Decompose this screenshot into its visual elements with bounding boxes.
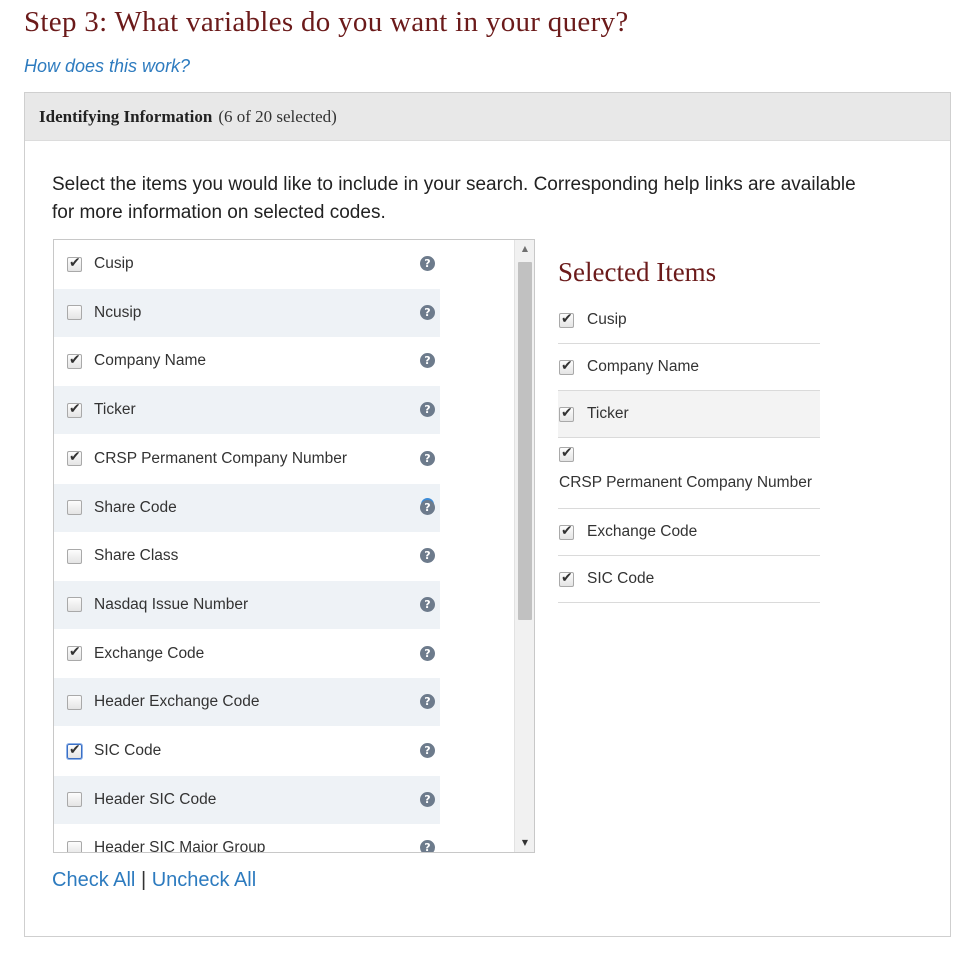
variable-label: Nasdaq Issue Number [94,595,249,613]
panel-title: Identifying Information [39,106,213,126]
panel-header[interactable]: Identifying Information (6 of 20 selecte… [25,93,950,141]
selected-item-label: Cusip [587,311,627,328]
selected-item-label: SIC Code [587,570,655,587]
variable-list[interactable]: Cusip?Ncusip?Company Name?Ticker?CRSP Pe… [53,239,535,853]
selected-item-label: Ticker [587,405,629,422]
help-question-icon[interactable]: ? [420,596,435,612]
variable-item[interactable]: Exchange Code? [54,630,440,678]
scrollbar[interactable]: ▲ ▼ [514,240,534,852]
selected-item[interactable]: Exchange Code [558,509,820,556]
variable-item[interactable]: Nasdaq Issue Number? [54,580,440,629]
help-question-icon[interactable]: ? [420,743,435,758]
selected-item-checkbox[interactable] [559,445,574,462]
variable-item[interactable]: Header Exchange Code? [54,678,440,727]
help-question-icon[interactable]: ? [420,694,435,710]
how-does-this-work-link[interactable]: How does this work? [24,56,190,77]
uncheck-all-link[interactable]: Uncheck All [152,869,257,891]
help-question-icon[interactable]: ? [420,791,435,807]
variable-label: CRSP Permanent Company Number [94,449,347,467]
check-all-link[interactable]: Check All [52,869,135,891]
help-question-icon[interactable]: ? [420,840,435,852]
variable-checkbox[interactable] [67,840,82,852]
selected-item-label: Exchange Code [587,523,698,540]
help-question-icon[interactable]: ? [420,402,435,418]
variable-checkbox[interactable] [67,305,82,321]
variable-checkbox[interactable] [67,500,82,515]
selected-item-checkbox[interactable] [559,311,574,328]
selection-count: (6 of 20 selected) [218,106,337,126]
variable-checkbox[interactable] [67,597,82,613]
variable-label: Exchange Code [94,644,205,662]
selected-item[interactable]: CRSP Permanent Company Number [558,438,820,509]
variable-item[interactable]: Header SIC Major Group? [54,824,440,853]
variable-label: Ncusip [94,303,142,321]
selected-item-checkbox[interactable] [559,405,574,422]
variable-checkbox[interactable] [67,548,82,564]
selected-item-checkbox[interactable] [559,358,574,375]
variable-checkbox[interactable] [67,792,82,808]
link-separator: | [140,869,147,891]
variable-checkbox[interactable] [67,742,82,759]
variable-label: Cusip [94,255,134,272]
selected-item-checkbox[interactable] [559,523,574,540]
selected-item[interactable]: Cusip [558,297,820,344]
help-question-icon[interactable]: ? [420,256,435,271]
variable-item[interactable]: Share Class? [54,532,440,580]
identifying-information-panel: Identifying Information (6 of 20 selecte… [24,92,951,937]
variable-checkbox[interactable] [67,401,82,418]
instructions-text: Select the items you would like to inclu… [52,174,856,223]
variable-checkbox[interactable] [67,644,82,662]
variable-item[interactable]: Share Code? [54,483,440,532]
variable-checkbox[interactable] [67,352,82,369]
selected-item[interactable]: Ticker [558,391,820,438]
scroll-down-arrow-icon[interactable]: ▼ [515,834,534,852]
variable-label: SIC Code [94,742,162,759]
variable-item[interactable]: Header SIC Code? [54,775,440,824]
variable-checkbox[interactable] [67,449,82,467]
variable-label: Header SIC Code [94,790,217,808]
variable-item[interactable]: CRSP Permanent Company Number? [54,435,440,483]
selected-item[interactable]: Company Name [558,344,820,391]
variable-label: Share Code [94,498,177,516]
step-title: Step 3: What variables do you want in yo… [24,6,629,38]
selected-items-panel: Selected Items Cusip Company Name Ticker CR… [558,253,820,603]
help-question-icon[interactable]: ? [420,548,435,564]
variable-item[interactable]: Company Name? [54,337,440,385]
variable-item[interactable]: SIC Code? [54,727,440,775]
variable-label: Share Class [94,547,179,565]
variable-item[interactable]: Cusip? [54,240,440,288]
variable-label: Ticker [94,401,136,419]
selected-item[interactable]: SIC Code [558,556,820,603]
selected-item-label: Company Name [587,358,699,375]
variable-checkbox[interactable] [67,255,82,272]
variable-label: Header Exchange Code [94,693,260,711]
help-question-icon[interactable]: ? [420,499,435,515]
variable-checkbox[interactable] [67,694,82,710]
variable-label: Company Name [94,352,206,370]
help-question-icon[interactable]: ? [420,645,435,661]
check-links: Check All | Uncheck All [52,869,256,892]
help-question-icon[interactable]: ? [420,353,435,369]
scroll-up-arrow-icon[interactable]: ▲ [515,240,534,258]
selected-item-checkbox[interactable] [559,570,574,587]
help-question-icon[interactable]: ? [420,450,435,466]
selected-item-label: CRSP Permanent Company Number [559,474,812,491]
scroll-thumb[interactable] [518,262,532,620]
selected-items-title: Selected Items [558,257,717,287]
help-question-icon[interactable]: ? [420,304,435,320]
variable-label: Header SIC Major Group [94,839,266,853]
variable-item[interactable]: Ncusip? [54,288,440,337]
variable-item[interactable]: Ticker? [54,386,440,435]
